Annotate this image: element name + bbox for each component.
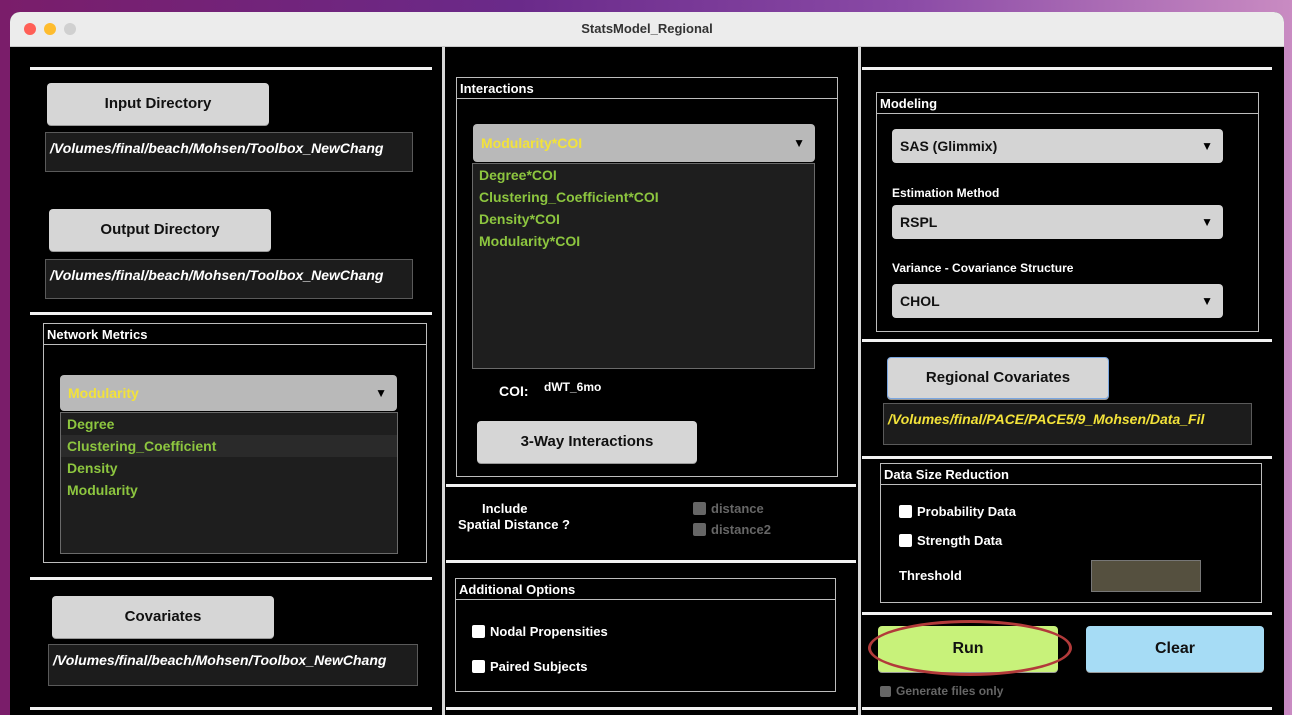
additional-options-panel: Additional Options Nodal Propensities Pa… [455, 578, 836, 692]
strength-data-label: Strength Data [917, 533, 1003, 548]
probability-data-option[interactable]: Probability Data [899, 504, 1016, 519]
network-metrics-panel: Network Metrics Modularity ▼ Degree Clus… [43, 323, 427, 563]
spatial-distance-label-line2: Spatial Distance ? [458, 517, 570, 532]
distance-option[interactable]: distance [693, 501, 764, 516]
variance-structure-label: Variance - Covariance Structure [892, 261, 1074, 275]
paired-subjects-checkbox[interactable] [472, 660, 485, 673]
panel-title-divider [877, 113, 1258, 114]
panel-title-divider [44, 344, 426, 345]
divider-line [30, 577, 432, 580]
threshold-label: Threshold [899, 568, 962, 583]
regional-covariates-button[interactable]: Regional Covariates [887, 357, 1109, 399]
distance-label: distance [711, 501, 764, 516]
list-item[interactable]: Degree*COI [473, 164, 814, 186]
column-divider-2 [858, 47, 861, 715]
network-metrics-dropdown[interactable]: Modularity ▼ [60, 375, 397, 411]
coi-value: dWT_6mo [544, 380, 602, 394]
interactions-title: Interactions [460, 81, 534, 96]
generate-files-only-option[interactable]: Generate files only [880, 684, 1003, 698]
estimation-method-selected: RSPL [900, 214, 938, 230]
modeling-panel: Modeling SAS (Glimmix) ▼ Estimation Meth… [876, 92, 1259, 332]
covariates-button[interactable]: Covariates [52, 596, 274, 638]
variance-structure-selected: CHOL [900, 293, 940, 309]
chevron-down-icon: ▼ [793, 136, 805, 150]
run-button[interactable]: Run [878, 626, 1058, 672]
divider-line [30, 312, 432, 315]
interactions-selected: Modularity*COI [481, 135, 583, 151]
list-item[interactable]: Modularity [61, 479, 397, 501]
chevron-down-icon: ▼ [375, 386, 387, 400]
list-item[interactable]: Clustering_Coefficient*COI [473, 186, 814, 208]
estimation-method-label: Estimation Method [892, 186, 1000, 200]
probability-data-checkbox[interactable] [899, 505, 912, 518]
strength-data-checkbox[interactable] [899, 534, 912, 547]
nodal-propensities-option[interactable]: Nodal Propensities [472, 624, 608, 639]
input-directory-button[interactable]: Input Directory [47, 83, 269, 125]
list-item[interactable]: Density*COI [473, 208, 814, 230]
paired-subjects-label: Paired Subjects [490, 659, 588, 674]
panel-title-divider [456, 599, 835, 600]
modeling-title: Modeling [880, 96, 938, 111]
output-directory-button[interactable]: Output Directory [49, 209, 271, 251]
distance2-checkbox[interactable] [693, 523, 706, 536]
network-metrics-selected: Modularity [68, 385, 139, 401]
network-metrics-list[interactable]: Degree Clustering_Coefficient Density Mo… [60, 412, 398, 554]
covariates-path[interactable]: /Volumes/final/beach/Mohsen/Toolbox_NewC… [48, 644, 418, 686]
interactions-dropdown[interactable]: Modularity*COI ▼ [473, 124, 815, 162]
chevron-down-icon: ▼ [1201, 139, 1213, 153]
list-item[interactable]: Density [61, 457, 397, 479]
interactions-list[interactable]: Degree*COI Clustering_Coefficient*COI De… [472, 163, 815, 369]
nodal-propensities-label: Nodal Propensities [490, 624, 608, 639]
three-way-interactions-button[interactable]: 3-Way Interactions [477, 421, 697, 463]
distance2-label: distance2 [711, 522, 771, 537]
divider-line [446, 560, 856, 563]
divider-line [30, 67, 432, 70]
generate-files-only-checkbox[interactable] [880, 685, 891, 697]
main-content: Input Directory /Volumes/final/beach/Moh… [10, 47, 1284, 715]
data-size-reduction-title: Data Size Reduction [884, 467, 1009, 482]
regional-covariates-path[interactable]: /Volumes/final/PACE/PACE5/9_Mohsen/Data_… [883, 403, 1252, 445]
clear-button[interactable]: Clear [1086, 626, 1264, 672]
list-item[interactable]: Modularity*COI [473, 230, 814, 252]
divider-line [446, 707, 856, 710]
nodal-propensities-checkbox[interactable] [472, 625, 485, 638]
list-item[interactable]: Degree [61, 413, 397, 435]
modeling-software-dropdown[interactable]: SAS (Glimmix) ▼ [892, 129, 1223, 163]
divider-line [862, 707, 1272, 710]
estimation-method-dropdown[interactable]: RSPL ▼ [892, 205, 1223, 239]
input-directory-path[interactable]: /Volumes/final/beach/Mohsen/Toolbox_NewC… [45, 132, 413, 172]
chevron-down-icon: ▼ [1201, 215, 1213, 229]
divider-line [862, 339, 1272, 342]
divider-line [862, 67, 1272, 70]
list-item[interactable]: Clustering_Coefficient [61, 435, 397, 457]
strength-data-option[interactable]: Strength Data [899, 533, 1002, 548]
column-divider-1 [442, 47, 445, 715]
data-size-reduction-panel: Data Size Reduction Probability Data Str… [880, 463, 1262, 603]
coi-label: COI: [499, 383, 529, 399]
app-window: StatsModel_Regional Input Directory /Vol… [10, 12, 1284, 715]
divider-line [30, 707, 432, 710]
spatial-distance-label-line1: Include [482, 501, 528, 516]
chevron-down-icon: ▼ [1201, 294, 1213, 308]
divider-line [446, 484, 856, 487]
modeling-software-selected: SAS (Glimmix) [900, 138, 998, 154]
network-metrics-title: Network Metrics [47, 327, 148, 342]
divider-line [862, 612, 1272, 615]
divider-line [862, 456, 1272, 459]
threshold-input[interactable] [1091, 560, 1201, 592]
panel-title-divider [457, 98, 837, 99]
variance-structure-dropdown[interactable]: CHOL ▼ [892, 284, 1223, 318]
probability-data-label: Probability Data [917, 504, 1016, 519]
distance-checkbox[interactable] [693, 502, 706, 515]
title-bar: StatsModel_Regional [10, 12, 1284, 47]
panel-title-divider [881, 484, 1261, 485]
distance2-option[interactable]: distance2 [693, 522, 771, 537]
window-title: StatsModel_Regional [581, 21, 713, 36]
paired-subjects-option[interactable]: Paired Subjects [472, 659, 588, 674]
output-directory-path[interactable]: /Volumes/final/beach/Mohsen/Toolbox_NewC… [45, 259, 413, 299]
additional-options-title: Additional Options [459, 582, 576, 597]
interactions-panel: Interactions Modularity*COI ▼ Degree*COI… [456, 77, 838, 477]
generate-files-only-label: Generate files only [896, 684, 1004, 698]
